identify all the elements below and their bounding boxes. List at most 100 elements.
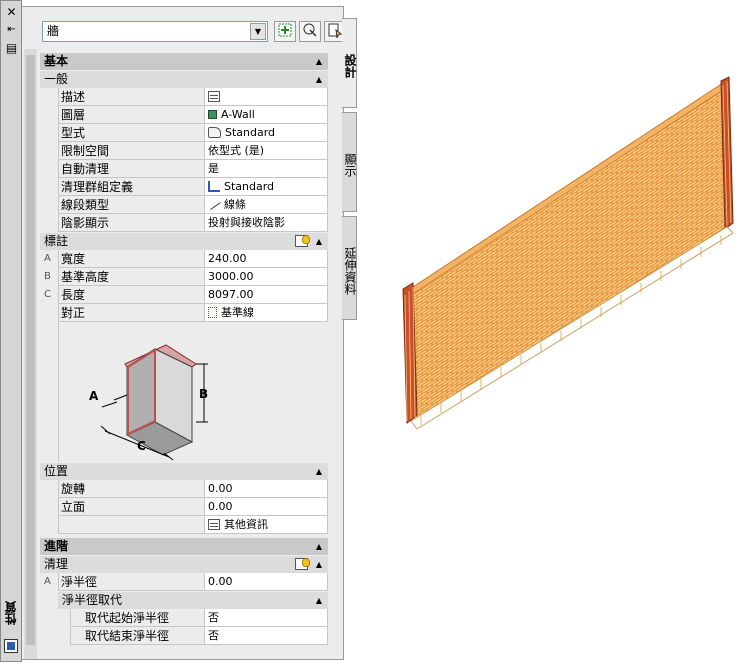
property-row[interactable]: 對正 基準線 [40, 304, 328, 322]
property-value[interactable]: 0.00 [204, 498, 328, 516]
property-row[interactable]: 立面 0.00 [40, 498, 328, 516]
tab-extended-data[interactable]: 延伸資料 [342, 216, 357, 320]
wall-face [406, 82, 728, 422]
property-value[interactable]: 投射與接收陰影 [204, 214, 328, 232]
property-row[interactable]: 自動清理是 [40, 160, 328, 178]
cleanup-icon [208, 180, 220, 192]
palette-title: 性質 [4, 601, 18, 625]
property-value-text: 8097.00 [208, 288, 254, 301]
property-value[interactable]: 240.00 [204, 250, 328, 268]
property-value[interactable]: 其他資訊 [204, 516, 328, 534]
category-location[interactable]: 位置 ▲ [40, 463, 328, 480]
property-value-text: 線條 [224, 198, 246, 211]
property-name: 圖層 [58, 106, 204, 124]
property-value[interactable] [204, 88, 328, 106]
diagram-label-b: B [199, 387, 208, 401]
property-name: 基準高度 [58, 268, 204, 286]
property-row[interactable]: A 淨半徑 0.00 [40, 573, 328, 591]
property-row[interactable]: 陰影顯示 投射與接收陰影 [40, 214, 328, 232]
lightbulb-icon[interactable] [295, 558, 310, 570]
collapse-icon[interactable]: ▲ [316, 538, 322, 555]
select-objects-button[interactable] [299, 21, 321, 42]
property-name: 對正 [58, 304, 204, 322]
chevron-down-icon[interactable]: ▼ [250, 23, 266, 40]
property-value[interactable]: 否 [204, 627, 328, 645]
close-icon[interactable]: ✕ [3, 5, 20, 19]
property-value-text: A-Wall [221, 108, 255, 121]
category-dimensions[interactable]: 標註 ▲ [40, 233, 328, 250]
property-value[interactable]: A-Wall [204, 106, 328, 124]
category-cleanup-override[interactable]: 淨半徑取代 ▲ [58, 592, 328, 609]
property-value[interactable]: 8097.00 [204, 286, 328, 304]
object-type-select[interactable]: 牆 ▼ [42, 21, 268, 42]
property-value-text: 3000.00 [208, 270, 254, 283]
scrollbar-thumb[interactable] [26, 55, 35, 645]
table-icon [208, 518, 220, 530]
collapse-icon[interactable]: ▲ [316, 463, 322, 480]
property-row[interactable]: 旋轉 0.00 [40, 480, 328, 498]
palette-settings-icon[interactable] [4, 639, 18, 653]
property-value[interactable]: 否 [204, 609, 328, 627]
property-name: 長度 [58, 286, 204, 304]
property-value[interactable]: 0.00 [204, 480, 328, 498]
layer-icon [208, 109, 217, 119]
property-value[interactable]: 線條 [204, 196, 328, 214]
diagram-label-c: C [137, 439, 146, 453]
property-name: 旋轉 [58, 480, 204, 498]
category-general[interactable]: 一般 ▲ [40, 71, 328, 88]
category-basic[interactable]: 基本 ▲ [40, 53, 328, 70]
category-label: 淨半徑取代 [62, 593, 123, 607]
collapse-icon[interactable]: ▲ [316, 233, 322, 250]
palette-title-bar: ✕ ⇤ ▤ 性質 [0, 0, 22, 662]
auto-hide-icon[interactable]: ⇤ [3, 23, 20, 37]
collapse-icon[interactable]: ▲ [316, 53, 322, 70]
property-row[interactable]: 其他資訊 [40, 516, 328, 534]
property-row[interactable]: 限制空間 依型式 (是) [40, 142, 328, 160]
category-label: 清理 [44, 557, 69, 571]
table-icon [208, 90, 220, 102]
property-value[interactable]: 是 [204, 160, 328, 178]
property-row[interactable]: 取代結束淨半徑否 [40, 627, 328, 645]
property-row[interactable]: B 基準高度 3000.00 [40, 268, 328, 286]
property-value[interactable]: Standard [204, 178, 328, 196]
property-value[interactable]: 依型式 (是) [204, 142, 328, 160]
property-row[interactable]: 型式 Standard [40, 124, 328, 142]
property-name: 限制空間 [58, 142, 204, 160]
property-row[interactable]: 圖層 A-Wall [40, 106, 328, 124]
property-value[interactable]: Standard [204, 124, 328, 142]
property-value[interactable]: 基準線 [204, 304, 328, 322]
lightbulb-icon[interactable] [295, 235, 310, 247]
tab-label: 延伸資料 [343, 247, 357, 295]
toggle-pickadd-button[interactable] [274, 21, 296, 42]
category-advanced[interactable]: 進階 ▲ [40, 538, 328, 555]
property-row[interactable]: 取代起始淨半徑否 [40, 609, 328, 627]
property-row[interactable]: 線段類型 線條 [40, 196, 328, 214]
palette-scrollbar[interactable] [24, 49, 37, 659]
property-value[interactable]: 3000.00 [204, 268, 328, 286]
property-value-text: 240.00 [208, 252, 247, 265]
property-row[interactable]: 清理群組定義 Standard [40, 178, 328, 196]
properties-menu-icon[interactable]: ▤ [3, 41, 20, 55]
collapse-icon[interactable]: ▲ [316, 592, 322, 609]
property-value-text: 依型式 (是) [208, 144, 265, 157]
property-name: 型式 [58, 124, 204, 142]
tab-design[interactable]: 設計 [342, 18, 357, 108]
wall-dimension-diagram: B A C [58, 322, 328, 462]
property-row[interactable]: 描述 [40, 88, 328, 106]
style-icon [208, 126, 221, 138]
property-name: 取代結束淨半徑 [70, 627, 204, 645]
dimension-marker: B [44, 271, 51, 282]
brick-wall-model[interactable] [395, 75, 745, 435]
tab-display[interactable]: 顯示 [342, 112, 357, 212]
property-row[interactable]: A 寬度 240.00 [40, 250, 328, 268]
category-cleanup[interactable]: 清理 ▲ [40, 556, 328, 573]
collapse-icon[interactable]: ▲ [316, 556, 322, 573]
property-name: 陰影顯示 [58, 214, 204, 232]
property-name [58, 516, 204, 534]
property-value-text: Standard [225, 126, 276, 139]
properties-palette: 牆 ▼ 基本 ▲ 一般 ▲ 描述 圖層 A-Wall 型式 Standard 限… [22, 6, 346, 660]
property-row[interactable]: C 長度 8097.00 [40, 286, 328, 304]
category-label: 基本 [44, 54, 69, 68]
collapse-icon[interactable]: ▲ [316, 71, 322, 88]
property-value[interactable]: 0.00 [204, 573, 328, 591]
